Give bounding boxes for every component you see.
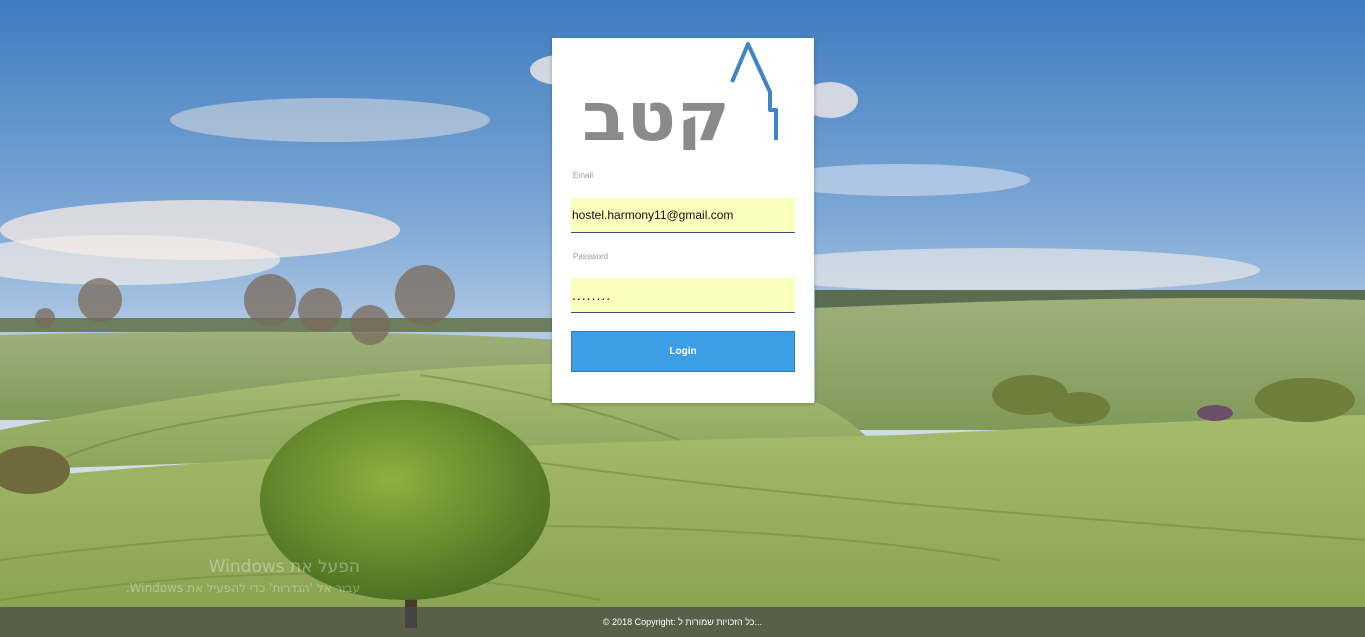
password-label: Password — [573, 252, 609, 261]
copyright-text: © 2018 Copyright: כל הזכויות שמורות ל... — [602, 617, 763, 627]
watermark-line-2: עבור אל 'הגדרות' כדי להפעיל את Windows. — [125, 581, 360, 595]
watermark-line-1: הפעל את Windows — [208, 557, 360, 577]
company-logo: קטב — [582, 42, 778, 150]
house-outline-icon — [730, 42, 778, 140]
windows-activation-watermark: הפעל את Windows עבור אל 'הגדרות' כדי להפ… — [70, 557, 360, 595]
password-input[interactable] — [571, 278, 795, 313]
login-button[interactable]: Login — [571, 331, 795, 372]
email-input[interactable] — [571, 198, 795, 233]
login-card: קטב Email Password Login — [552, 38, 814, 403]
logo-text: קטב — [582, 78, 730, 150]
email-label: Email — [573, 171, 594, 180]
footer-bar: © 2018 Copyright: כל הזכויות שמורות ל... — [0, 607, 1365, 637]
